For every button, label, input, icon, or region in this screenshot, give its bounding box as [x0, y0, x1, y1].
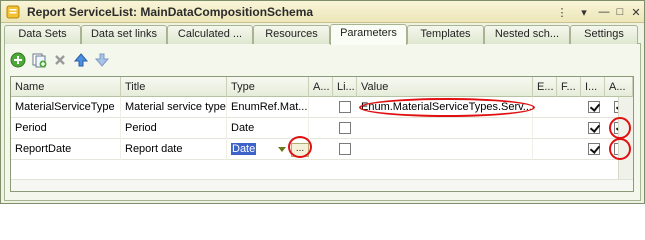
more-icon[interactable]: ⋮ [554, 4, 570, 20]
tab-templates[interactable]: Templates [407, 25, 484, 44]
cell-name[interactable]: Period [11, 118, 121, 139]
cell-title[interactable]: Period [121, 118, 227, 139]
column-header-title[interactable]: Title [121, 77, 227, 97]
column-header-name[interactable]: Name [11, 77, 121, 97]
cell-type[interactable]: Date [227, 118, 309, 139]
table-header: Name Title Type A... Li... Value E... F.… [11, 77, 633, 97]
report-window: Report ServiceList: MainDataCompositionS… [0, 0, 645, 204]
list-checkbox[interactable] [339, 101, 351, 113]
cell-title[interactable]: Material service type [121, 97, 227, 118]
move-up-icon[interactable] [72, 51, 90, 69]
include-checkbox[interactable] [588, 101, 600, 113]
vertical-scrollbar[interactable] [618, 97, 633, 191]
column-header-expression[interactable]: E... [533, 77, 557, 97]
cell-value[interactable] [357, 118, 533, 139]
tab-data-sets[interactable]: Data Sets [4, 25, 81, 44]
include-checkbox[interactable] [588, 143, 600, 155]
table-row[interactable]: MaterialServiceType Material service typ… [11, 97, 633, 118]
cell-value[interactable] [357, 139, 533, 160]
report-icon [6, 5, 20, 19]
include-checkbox[interactable] [588, 122, 600, 134]
cell-type[interactable]: EnumRef.Mat... [227, 97, 309, 118]
menu-icon[interactable]: ▾ [576, 4, 592, 20]
cell-name[interactable]: MaterialServiceType [11, 97, 121, 118]
column-header-type[interactable]: Type [227, 77, 309, 97]
tab-data-set-links[interactable]: Data set links [81, 25, 167, 44]
title-bar: Report ServiceList: MainDataCompositionS… [1, 1, 644, 23]
cell-title[interactable]: Report date [121, 139, 227, 160]
column-header-available[interactable]: A... [309, 77, 333, 97]
cell-name[interactable]: ReportDate [11, 139, 121, 160]
tab-calculated[interactable]: Calculated ... [167, 25, 253, 44]
column-header-functional[interactable]: F... [557, 77, 581, 97]
list-checkbox[interactable] [339, 122, 351, 134]
tab-strip: Data Sets Data set links Calculated ... … [4, 24, 641, 45]
minimize-icon[interactable]: — [596, 4, 612, 20]
column-header-list[interactable]: Li... [333, 77, 357, 97]
column-header-include[interactable]: I... [581, 77, 605, 97]
table-row[interactable]: ReportDate Report date Date ... [11, 139, 633, 160]
table-row[interactable]: Period Period Date [11, 118, 633, 139]
tab-resources[interactable]: Resources [253, 25, 330, 44]
cell-value[interactable]: Enum.MaterialServiceTypes.Serv... [357, 97, 533, 118]
add-icon[interactable] [9, 51, 27, 69]
window-title: Report ServiceList: MainDataCompositionS… [27, 5, 314, 19]
dropdown-arrow-icon[interactable] [278, 147, 286, 152]
move-down-icon[interactable] [93, 51, 111, 69]
tab-settings[interactable]: Settings [570, 25, 638, 44]
column-header-value[interactable]: Value [357, 77, 533, 97]
tab-parameters[interactable]: Parameters [330, 24, 407, 45]
delete-icon[interactable] [51, 51, 69, 69]
list-checkbox[interactable] [339, 143, 351, 155]
copy-icon[interactable] [30, 51, 48, 69]
parameters-table: Name Title Type A... Li... Value E... F.… [10, 76, 634, 192]
type-selected-text[interactable]: Date [231, 143, 257, 155]
column-header-auto[interactable]: A... [605, 77, 633, 97]
tab-nested-schemas[interactable]: Nested sch... [484, 25, 570, 44]
type-select-button[interactable]: ... [291, 143, 309, 157]
maximize-icon[interactable]: □ [612, 4, 628, 20]
horizontal-scrollbar[interactable] [11, 179, 633, 191]
close-icon[interactable]: ✕ [628, 4, 644, 20]
